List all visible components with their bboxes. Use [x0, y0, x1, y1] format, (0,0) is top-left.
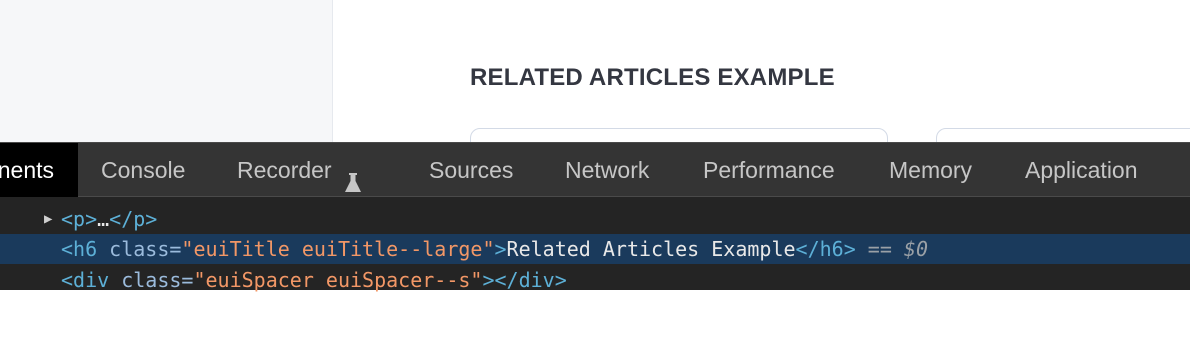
- flask-icon: [342, 159, 364, 192]
- tab-performance[interactable]: Performance: [703, 143, 835, 197]
- dom-tree: ▶ <p>…</p> <h6 class="euiTitle euiTitle-…: [0, 198, 1190, 292]
- tag-open: <p>: [61, 207, 98, 231]
- devtools-tab-bar: nents Console Recorder Sources Network P…: [0, 142, 1190, 197]
- attr-name: class=: [97, 237, 182, 261]
- selected-ref: $0: [903, 237, 929, 261]
- tab-sources[interactable]: Sources: [429, 143, 513, 197]
- tag-close: </h6>: [795, 237, 856, 261]
- collapsed-ellipsis[interactable]: …: [97, 207, 109, 231]
- attr-name: class=: [109, 268, 194, 292]
- tab-recorder[interactable]: Recorder: [237, 143, 364, 197]
- tab-elements-label: nents: [0, 157, 54, 183]
- tag-open: <h6: [61, 237, 98, 261]
- left-sidebar-pane: [0, 0, 333, 142]
- tab-elements[interactable]: nents: [0, 143, 78, 197]
- tab-application[interactable]: Application: [1025, 143, 1138, 197]
- tag-gt: >: [482, 268, 495, 292]
- tab-console[interactable]: Console: [101, 143, 185, 197]
- tag-close: </p>: [109, 207, 158, 231]
- dom-node-p[interactable]: ▶ <p>…</p>: [0, 204, 1190, 234]
- tag-close: </div>: [494, 268, 567, 292]
- triangle-right-icon[interactable]: ▶: [44, 204, 52, 234]
- node-text: Related Articles Example: [506, 237, 796, 261]
- tab-memory[interactable]: Memory: [889, 143, 972, 197]
- dom-node-div[interactable]: <div class="euiSpacer euiSpacer--s"></di…: [0, 265, 1190, 295]
- section-title: RELATED ARTICLES EXAMPLE: [470, 64, 835, 91]
- tab-network[interactable]: Network: [565, 143, 649, 197]
- dom-node-h6-selected[interactable]: <h6 class="euiTitle euiTitle--large">Rel…: [0, 234, 1190, 264]
- attr-value: "euiTitle euiTitle--large": [181, 237, 495, 261]
- tab-recorder-label: Recorder: [237, 157, 332, 183]
- tag-open: <div: [61, 268, 110, 292]
- tag-gt: >: [494, 237, 507, 261]
- devtools-panel: nents Console Recorder Sources Network P…: [0, 142, 1190, 292]
- selected-marker: ==: [855, 237, 904, 261]
- attr-value: "euiSpacer euiSpacer--s": [193, 268, 483, 292]
